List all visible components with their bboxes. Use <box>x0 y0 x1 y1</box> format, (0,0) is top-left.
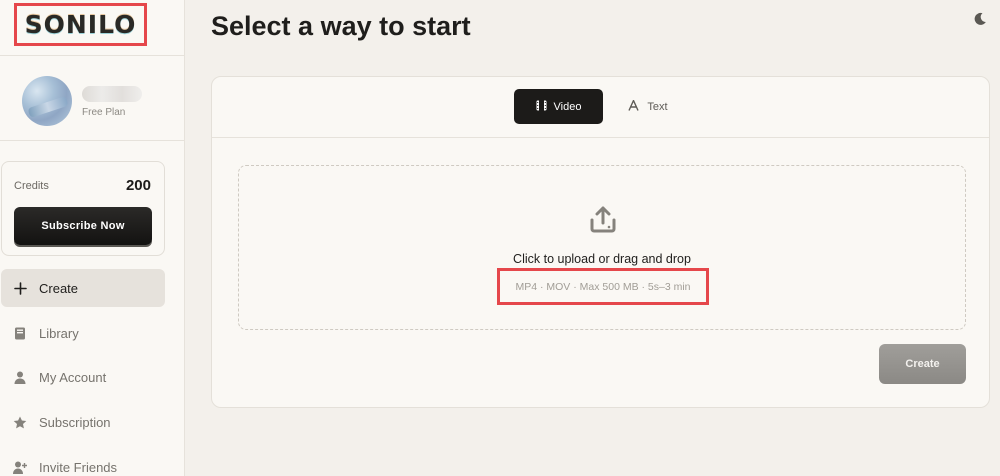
panel-divider <box>212 137 989 138</box>
upload-instructions: Click to upload or drag and drop <box>513 252 691 266</box>
tab-video-label: Video <box>553 100 582 113</box>
avatar[interactable] <box>22 76 72 126</box>
person-add-icon <box>13 460 27 474</box>
create-button[interactable]: Create <box>879 344 966 384</box>
sidebar-item-label: Invite Friends <box>39 459 118 475</box>
credits-value: 200 <box>125 177 151 194</box>
logo-text: SONILO <box>24 10 137 39</box>
moon-icon[interactable] <box>973 12 987 26</box>
plus-icon <box>13 281 27 295</box>
subscribe-now-button[interactable]: Subscribe Now <box>14 207 152 245</box>
sidebar-item-create[interactable]: Create <box>1 269 165 307</box>
film-icon <box>536 98 547 116</box>
star-icon <box>13 415 27 429</box>
sidebar-item-library[interactable]: Library <box>1 314 165 352</box>
book-icon <box>13 326 27 340</box>
sidebar-item-label: Library <box>39 325 79 341</box>
start-panel: Video Text Click to upload or drag and d… <box>211 76 990 408</box>
upload-format-hint: MP4 · MOV · Max 500 MB · 5s–3 min <box>497 268 709 305</box>
sidebar-item-my-account[interactable]: My Account <box>1 358 165 396</box>
upload-dropzone[interactable]: Click to upload or drag and drop MP4 · M… <box>238 165 966 330</box>
credits-card: Credits 200 Subscribe Now <box>1 161 165 256</box>
sidebar-item-subscription[interactable]: Subscription <box>1 403 165 441</box>
sidebar-item-invite-friends[interactable]: Invite Friends <box>1 448 165 476</box>
sidebar-divider <box>0 55 185 56</box>
text-icon <box>628 98 640 116</box>
sidebar-item-label: My Account <box>39 369 107 385</box>
sidebar-item-label: Subscription <box>39 414 111 430</box>
page-title: Select a way to start <box>211 11 471 41</box>
plan-label: Free Plan <box>82 107 126 118</box>
tab-video[interactable]: Video <box>514 89 603 124</box>
sidebar-divider <box>0 140 185 141</box>
username-redacted <box>82 86 142 102</box>
logo[interactable]: SONILO <box>14 3 147 46</box>
sidebar-item-label: Create <box>39 280 79 296</box>
sidebar: SONILO Free Plan Credits 200 Subscribe N… <box>0 0 185 476</box>
tab-text-label: Text <box>647 100 668 113</box>
credits-label: Credits <box>14 180 49 192</box>
upload-icon <box>590 206 616 234</box>
upload-formats: MP4 · MOV · Max 500 MB · 5s–3 min <box>515 280 691 293</box>
person-icon <box>13 370 27 384</box>
tab-text[interactable]: Text <box>618 89 678 124</box>
